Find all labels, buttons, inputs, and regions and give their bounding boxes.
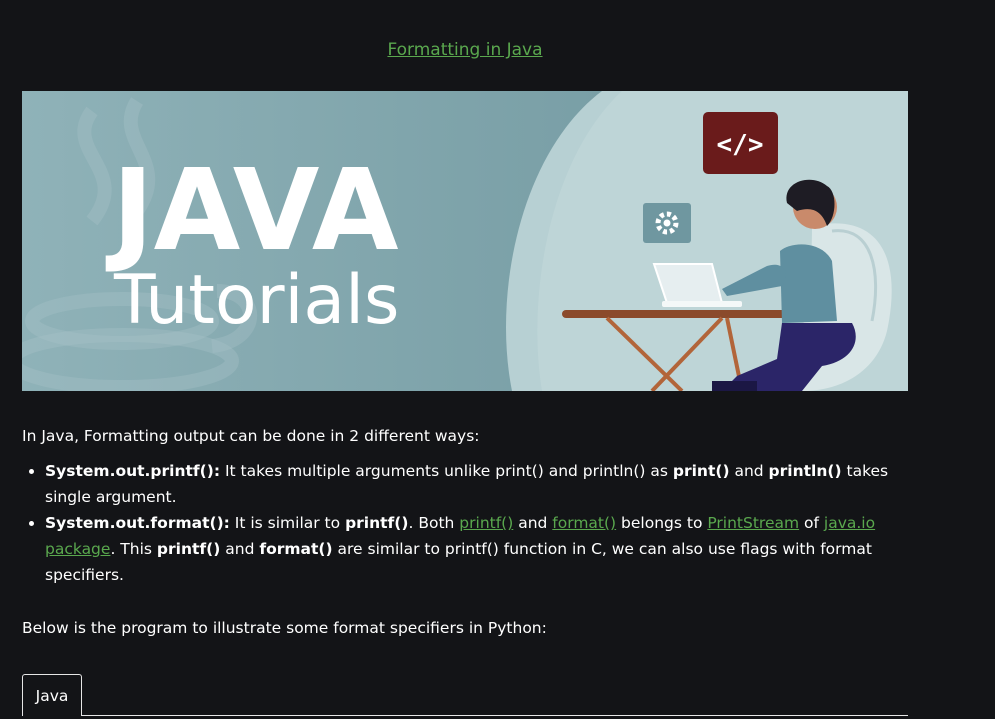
item-text: and [729, 462, 769, 480]
item-text: of [799, 514, 824, 532]
bold-term: printf() [156, 540, 221, 558]
bold-term: format() [259, 540, 333, 558]
method-name: System.out.format(): [45, 514, 230, 532]
formatting-ways-list: System.out.printf(): It takes multiple a… [22, 458, 935, 588]
bold-term: print() [672, 462, 730, 480]
item-text: It is similar to [229, 514, 346, 532]
item-text: belongs to [616, 514, 708, 532]
item-text: . Both [408, 514, 460, 532]
bold-term: printf() [345, 514, 409, 532]
method-name: System.out.printf(): [45, 462, 221, 480]
item-text: It takes multiple arguments unlike print… [220, 462, 673, 480]
tab-java[interactable]: Java [22, 674, 82, 716]
tab-label: Java [35, 686, 69, 705]
java-tutorials-banner: JAVA Tutorials </> [22, 91, 908, 391]
printf-link[interactable]: printf() [459, 514, 513, 532]
banner-subline: Tutorials [113, 261, 399, 340]
article-title-link[interactable]: Formatting in Java [0, 40, 930, 60]
page: Formatting in Java JAVA Tutorials </> In… [0, 0, 995, 719]
list-item-printf: System.out.printf(): It takes multiple a… [45, 458, 935, 510]
code-panel-border [82, 715, 908, 716]
gear-icon [643, 203, 691, 243]
code-icon: </> [703, 112, 778, 174]
printstream-link[interactable]: PrintStream [707, 514, 799, 532]
intro-text: In Java, Formatting output can be done i… [22, 427, 480, 445]
list-item-format: System.out.format(): It is similar to pr… [45, 510, 935, 588]
bold-term: println() [768, 462, 842, 480]
format-link[interactable]: format() [552, 514, 616, 532]
item-text: and [220, 540, 260, 558]
program-intro-text: Below is the program to illustrate some … [22, 619, 547, 637]
code-badge-text: </> [717, 130, 764, 160]
banner-headline: JAVA [105, 146, 399, 276]
banner-illustration: JAVA Tutorials </> [22, 91, 908, 391]
item-text: and [513, 514, 553, 532]
item-text: . This [110, 540, 157, 558]
